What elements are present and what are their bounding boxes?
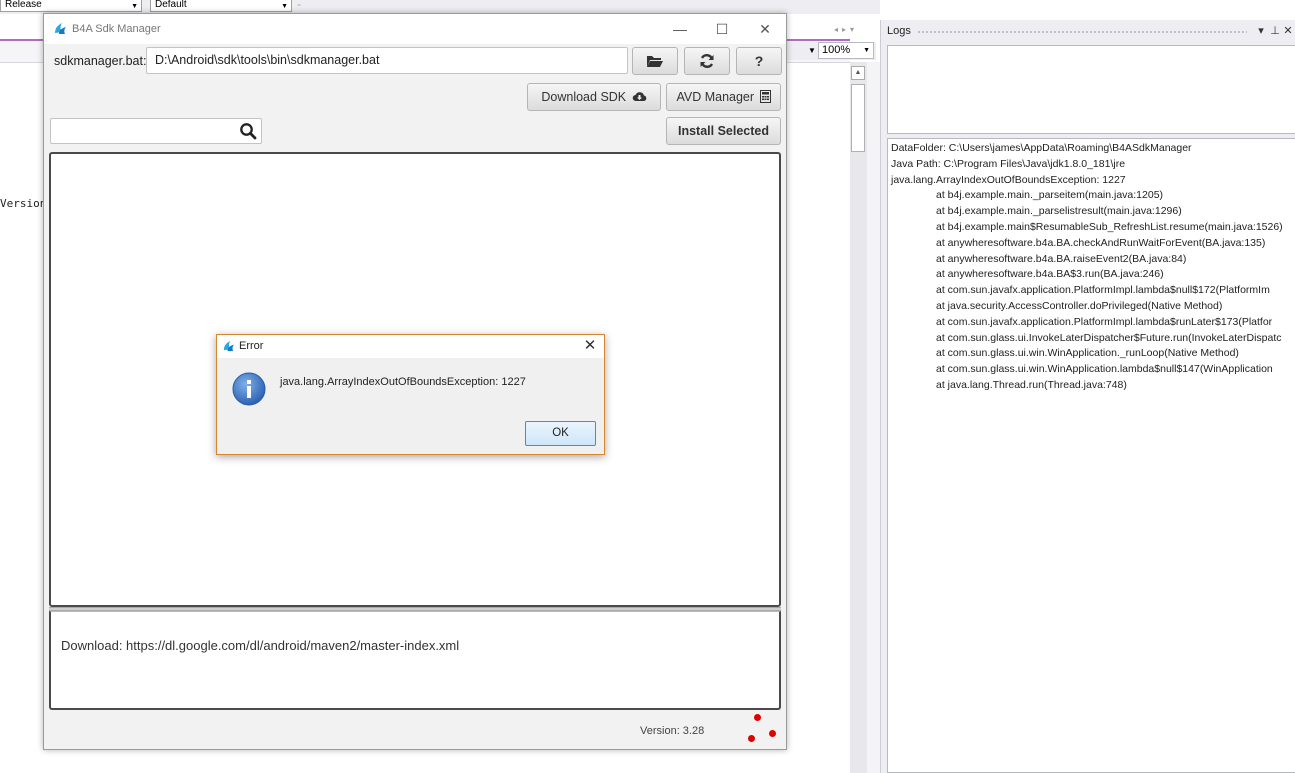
window-title: B4A Sdk Manager: [72, 23, 161, 35]
browse-folder-button[interactable]: [632, 47, 678, 75]
theme-value: Default: [155, 0, 187, 10]
chevron-down-icon: ▼: [131, 3, 138, 10]
log-stack-line: at b4j.example.main._parselistresult(mai…: [936, 205, 1182, 218]
sdk-titlebar: B4A Sdk Manager — ☐ ✕: [44, 14, 786, 44]
search-field[interactable]: [50, 118, 262, 144]
logs-output: DataFolder: C:\Users\james\AppData\Roami…: [887, 138, 1295, 773]
logs-header: Logs ▾ ⊥ ✕: [881, 20, 1295, 42]
version-label: Version: 3.28: [640, 725, 705, 737]
search-icon[interactable]: [239, 122, 257, 140]
log-stack-line: at anywheresoftware.b4a.BA.checkAndRunWa…: [936, 236, 1266, 249]
log-stack-line: at com.sun.glass.ui.win.WinApplication.l…: [936, 363, 1273, 376]
editor-code-fragment: Version: [0, 197, 47, 210]
log-stack-line: at com.sun.javafx.application.PlatformIm…: [936, 284, 1270, 297]
log-line: java.lang.ArrayIndexOutOfBoundsException…: [891, 173, 1126, 186]
calculator-icon: [759, 90, 771, 103]
build-config-value: Release: [5, 0, 42, 10]
scrollbar-thumb[interactable]: [851, 84, 865, 152]
zoom-value: 100%: [822, 44, 851, 56]
b4a-logo-icon: [55, 23, 66, 34]
loading-dot: [754, 714, 761, 721]
build-config-combo[interactable]: Release ▼: [0, 0, 142, 12]
zoom-combo[interactable]: 100% ▼: [818, 42, 874, 59]
log-line: Java Path: C:\Program Files\Java\jdk1.8.…: [891, 157, 1126, 170]
ok-button[interactable]: OK: [525, 421, 596, 446]
pin-icon[interactable]: ⊥: [1269, 24, 1281, 37]
error-dialog-title: Error: [239, 340, 264, 352]
doc-nav-arrows-icon[interactable]: ◂▸▾: [834, 25, 858, 34]
log-message: Download: https://dl.google.com/dl/andro…: [61, 638, 460, 653]
log-line: DataFolder: C:\Users\james\AppData\Roami…: [891, 142, 1192, 154]
help-button[interactable]: ?: [736, 47, 782, 75]
info-icon: [232, 372, 266, 406]
chevron-down-icon: ▼: [863, 47, 870, 54]
sdkmanager-path-input[interactable]: D:\Android\sdk\tools\bin\sdkmanager.bat: [146, 47, 628, 74]
panel-grip[interactable]: [917, 30, 1247, 34]
log-stack-line: at java.lang.Thread.run(Thread.java:748): [936, 379, 1127, 391]
loading-dot: [748, 735, 755, 742]
maximize-icon[interactable]: ☐: [707, 19, 737, 39]
chevron-down-icon: ▼: [281, 3, 288, 10]
error-dialog-titlebar: Error ✕: [217, 335, 604, 358]
log-stack-line: at com.sun.javafx.application.PlatformIm…: [936, 315, 1273, 328]
logs-panel: Logs ▾ ⊥ ✕ DataFolder: C:\Users\james\Ap…: [880, 20, 1295, 773]
log-stack-line: at com.sun.glass.ui.InvokeLaterDispatche…: [936, 331, 1282, 344]
loading-dot: [769, 730, 776, 737]
error-message: java.lang.ArrayIndexOutOfBoundsException…: [280, 376, 526, 388]
install-selected-button[interactable]: Install Selected: [666, 117, 781, 145]
editor-scrollbar[interactable]: [850, 62, 867, 773]
member-dropdown-arrow-icon[interactable]: ▼: [806, 43, 818, 58]
download-sdk-label: Download SDK: [541, 90, 627, 104]
panel-menu-icon[interactable]: ▾: [1255, 24, 1267, 37]
log-stack-line: at anywheresoftware.b4a.BA.raiseEvent2(B…: [936, 252, 1187, 265]
close-icon[interactable]: ✕: [750, 19, 780, 39]
toolbar-overflow-icon[interactable]: ⁼: [297, 2, 301, 11]
logs-title: Logs: [887, 25, 911, 37]
avd-manager-button[interactable]: AVD Manager: [666, 83, 781, 111]
cloud-download-icon: [632, 92, 646, 102]
refresh-button[interactable]: [684, 47, 730, 75]
error-dialog: Error ✕ java.lang.ArrayIndexOutOfBoundsE…: [216, 334, 605, 455]
log-stack-line: at java.security.AccessController.doPriv…: [936, 300, 1223, 312]
log-stack-line: at b4j.example.main$ResumableSub_Refresh…: [936, 221, 1283, 233]
theme-combo[interactable]: Default ▼: [150, 0, 292, 12]
sdk-log-area: Download: https://dl.google.com/dl/andro…: [49, 611, 781, 710]
folder-open-icon: [647, 56, 663, 67]
close-icon[interactable]: ✕: [580, 336, 600, 356]
b4a-logo-icon: [223, 340, 235, 352]
download-sdk-button[interactable]: Download SDK: [527, 83, 661, 111]
logs-filter-area: [887, 45, 1295, 134]
close-icon[interactable]: ✕: [1282, 24, 1294, 37]
minimize-icon[interactable]: —: [665, 19, 695, 39]
log-stack-line: at b4j.example.main._parseitem(main.java…: [936, 189, 1164, 202]
editor-right-gutter: [867, 62, 880, 773]
log-stack-line: at anywheresoftware.b4a.BA$3.run(BA.java…: [936, 268, 1164, 281]
refresh-icon: [700, 54, 714, 68]
log-stack-line: at com.sun.glass.ui.win.WinApplication._…: [936, 347, 1239, 360]
avd-manager-label: AVD Manager: [676, 90, 755, 104]
scroll-up-icon[interactable]: ▲: [851, 66, 865, 80]
path-label: sdkmanager.bat:: [54, 54, 147, 68]
